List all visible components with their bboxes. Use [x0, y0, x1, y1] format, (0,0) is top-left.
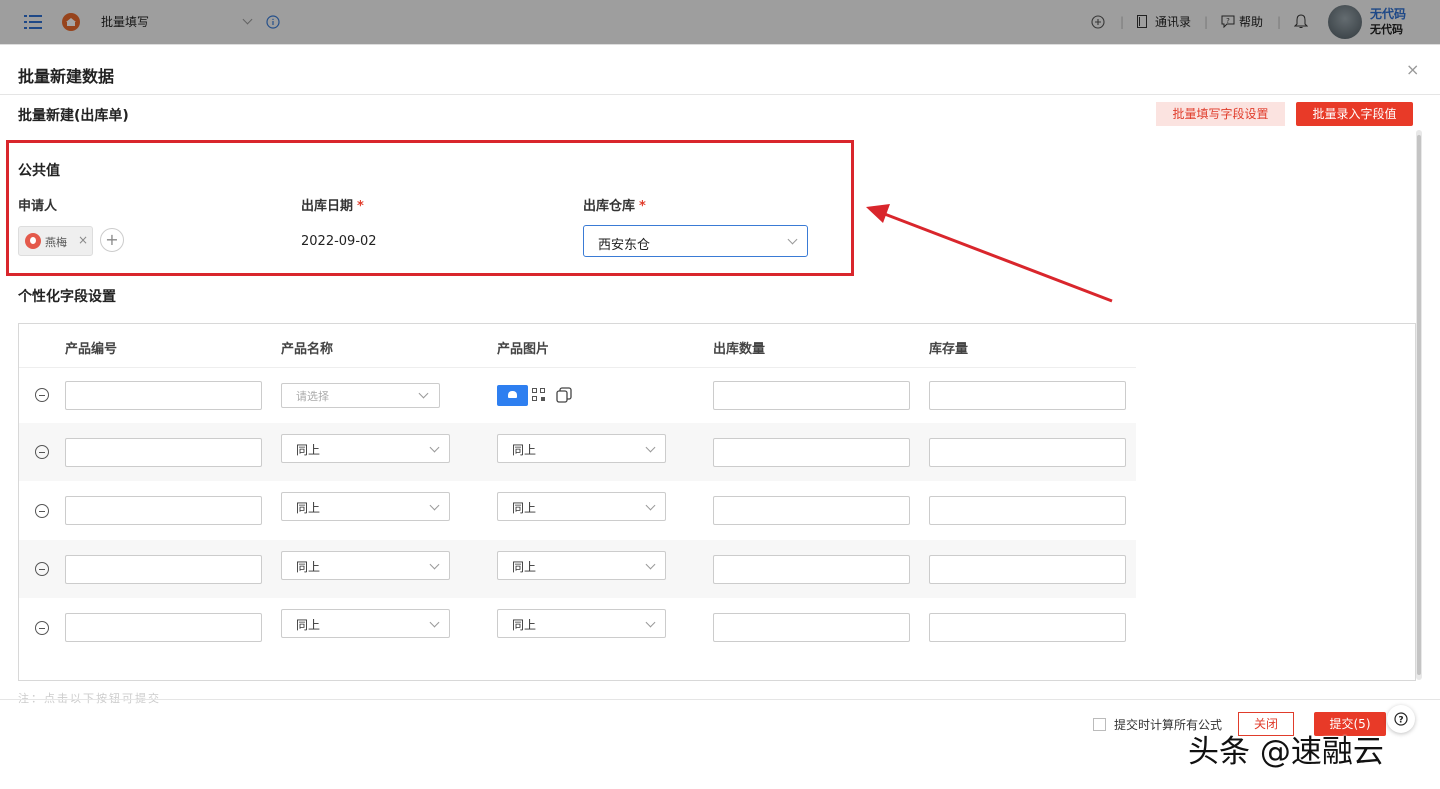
- required-mark: *: [639, 199, 646, 214]
- quantity-input[interactable]: [713, 381, 910, 410]
- product-name-select[interactable]: 同上: [281, 434, 450, 463]
- chevron-down-icon: [645, 442, 656, 453]
- upload-icon[interactable]: [497, 385, 528, 406]
- remove-tag-icon[interactable]: ×: [78, 233, 88, 247]
- date-label-wrap: 出库日期 *: [301, 195, 364, 214]
- chevron-down-icon: [418, 388, 429, 399]
- warehouse-value: 西安东仓: [598, 238, 651, 253]
- chevron-down-icon: [645, 559, 656, 570]
- stock-input[interactable]: [929, 613, 1126, 642]
- quantity-input[interactable]: [713, 496, 910, 525]
- annotation-arrow-icon: [866, 204, 1113, 303]
- product-code-input[interactable]: [65, 613, 262, 642]
- select-value: 同上: [296, 618, 321, 632]
- product-code-input[interactable]: [65, 381, 262, 410]
- question-icon: ?: [1394, 712, 1408, 726]
- warehouse-label-wrap: 出库仓库 *: [583, 195, 646, 214]
- remove-row-icon[interactable]: [35, 621, 49, 635]
- product-code-input[interactable]: [65, 555, 262, 584]
- stock-input[interactable]: [929, 438, 1126, 467]
- product-image-select[interactable]: 同上: [497, 609, 666, 638]
- warehouse-label: 出库仓库: [583, 199, 636, 214]
- chevron-down-icon: [429, 500, 440, 511]
- applicant-tag: 燕梅 ×: [18, 226, 93, 256]
- applicant-name: 燕梅: [45, 236, 67, 249]
- chevron-down-icon: [429, 559, 440, 570]
- column-header: 产品名称: [281, 342, 334, 357]
- product-code-input[interactable]: [65, 496, 262, 525]
- modal-backdrop: [0, 0, 1440, 44]
- chevron-down-icon: [645, 617, 656, 628]
- footer-note: 注：点击以下按钮可提交: [18, 692, 161, 705]
- product-code-input[interactable]: [65, 438, 262, 467]
- field-settings-button[interactable]: 批量填写字段设置: [1156, 102, 1285, 126]
- column-header: 出库数量: [713, 342, 766, 357]
- chevron-down-icon: [645, 500, 656, 511]
- select-value: 同上: [512, 501, 537, 515]
- form-subtitle: 批量新建(出库单): [18, 108, 129, 124]
- product-image-select[interactable]: 同上: [497, 492, 666, 521]
- stock-input[interactable]: [929, 555, 1126, 584]
- public-section-title: 公共值: [18, 163, 60, 179]
- product-image-select[interactable]: 同上: [497, 551, 666, 580]
- quantity-input[interactable]: [713, 555, 910, 584]
- svg-text:?: ?: [1398, 716, 1403, 726]
- select-value: 同上: [512, 618, 537, 632]
- quantity-input[interactable]: [713, 438, 910, 467]
- copy-icon[interactable]: [556, 387, 572, 403]
- remove-row-icon[interactable]: [35, 388, 49, 402]
- date-label: 出库日期: [301, 199, 354, 214]
- select-value: 同上: [296, 560, 321, 574]
- remove-row-icon[interactable]: [35, 504, 49, 518]
- footer-divider: [0, 699, 1440, 700]
- stock-input[interactable]: [929, 381, 1126, 410]
- remove-row-icon[interactable]: [35, 562, 49, 576]
- help-float-button[interactable]: ?: [1387, 705, 1415, 733]
- chevron-down-icon: [429, 442, 440, 453]
- scrollbar-thumb[interactable]: [1417, 135, 1421, 675]
- date-value[interactable]: 2022-09-02: [301, 234, 377, 249]
- header-divider: [0, 94, 1440, 95]
- custom-section-title: 个性化字段设置: [18, 289, 116, 305]
- column-header: 产品编号: [65, 342, 118, 357]
- header-divider: [19, 367, 1136, 368]
- column-header: 产品图片: [497, 342, 550, 357]
- stock-input[interactable]: [929, 496, 1126, 525]
- calc-formulas-checkbox[interactable]: [1093, 718, 1106, 731]
- column-header: 库存量: [929, 342, 969, 357]
- add-applicant-button[interactable]: +: [100, 228, 124, 252]
- select-placeholder: 请选择: [296, 390, 329, 403]
- required-mark: *: [357, 199, 364, 214]
- warehouse-select[interactable]: 西安东仓: [583, 225, 808, 257]
- select-value: 同上: [296, 443, 321, 457]
- user-avatar-icon: [25, 233, 41, 249]
- chevron-down-icon: [429, 617, 440, 628]
- remove-row-icon[interactable]: [35, 445, 49, 459]
- applicant-label: 申请人: [18, 199, 58, 214]
- product-image-select[interactable]: 同上: [497, 434, 666, 463]
- product-name-select[interactable]: 请选择: [281, 383, 440, 408]
- batch-entry-button[interactable]: 批量录入字段值: [1296, 102, 1413, 126]
- select-value: 同上: [512, 443, 537, 457]
- close-icon[interactable]: ×: [1406, 60, 1419, 79]
- product-name-select[interactable]: 同上: [281, 551, 450, 580]
- select-value: 同上: [296, 501, 321, 515]
- modal-title: 批量新建数据: [18, 67, 115, 86]
- quantity-input[interactable]: [713, 613, 910, 642]
- product-name-select[interactable]: 同上: [281, 492, 450, 521]
- select-value: 同上: [512, 560, 537, 574]
- qr-code-icon[interactable]: [532, 388, 546, 402]
- watermark: 头条 @速融云: [1188, 734, 1384, 770]
- product-name-select[interactable]: 同上: [281, 609, 450, 638]
- chevron-down-icon: [787, 234, 798, 245]
